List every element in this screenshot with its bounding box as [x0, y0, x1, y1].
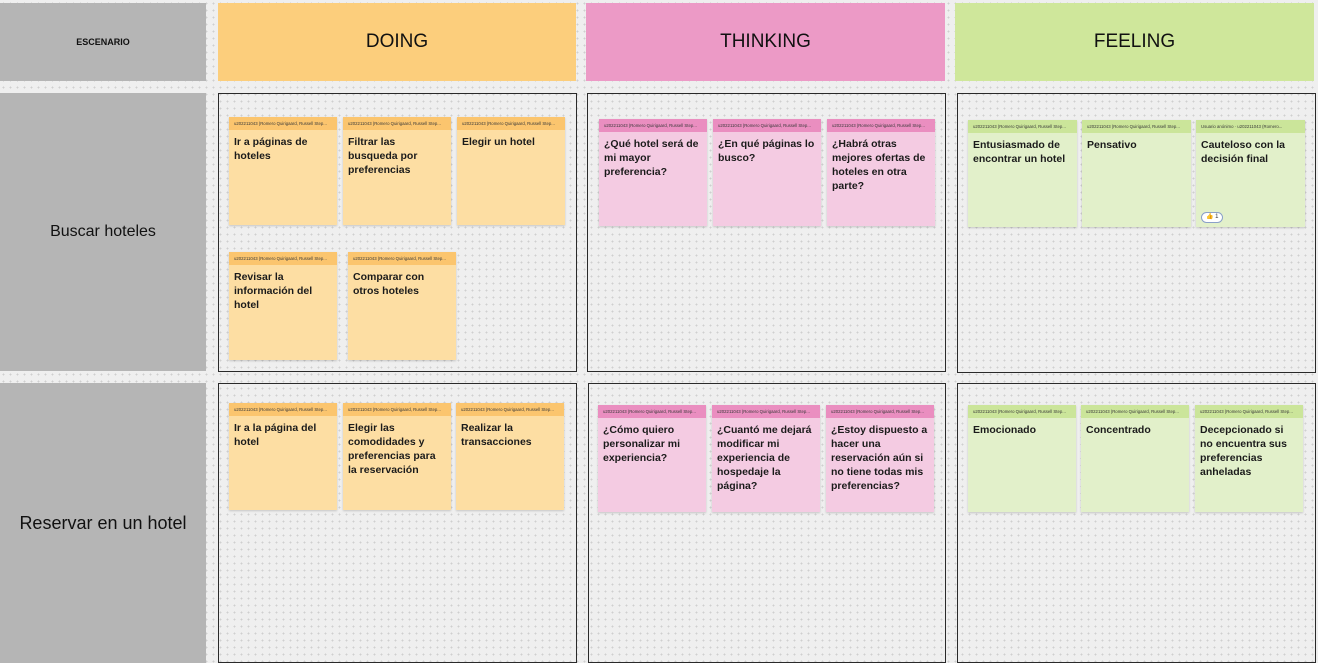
note-text: ¿Habrá otras mejores ofertas de hoteles … — [832, 138, 926, 192]
note-author: u202211043 (Romero Quirigaard, Russell S… — [713, 119, 821, 132]
note-text: Ir a la página del hotel — [234, 422, 317, 448]
note-text: Emocionado — [973, 424, 1037, 436]
sticky-note[interactable]: u202211043 (Romero Quirigaard, Russell S… — [229, 117, 337, 225]
doing-label: DOING — [365, 31, 429, 52]
note-author: u202211043 (Romero Quirigaard, Russell S… — [229, 252, 337, 265]
note-text: Realizar la transacciones — [461, 422, 532, 448]
note-text: Pensativo — [1087, 139, 1137, 151]
note-author: u202211043 (Romero Quirigaard, Russell S… — [456, 403, 564, 416]
note-text: Concentrado — [1086, 424, 1151, 436]
thinking-label: THINKING — [720, 31, 811, 52]
feeling-label: FEELING — [1093, 31, 1176, 52]
note-text: ¿Cómo quiero personalizar mi experiencia… — [603, 424, 681, 464]
sticky-note[interactable]: u202211043 (Romero Quirigaard, Russell S… — [598, 405, 706, 512]
note-text: Comparar con otros hoteles — [353, 271, 425, 297]
sticky-note[interactable]: u202211043 (Romero Quirigaard, Russell S… — [1195, 405, 1303, 512]
doing-header: DOING — [218, 3, 576, 81]
note-text: ¿Qué hotel será de mi mayor preferencia? — [604, 138, 699, 178]
row-label-buscar: Buscar hoteles — [0, 93, 206, 371]
escenario-header: ESCENARIO — [0, 3, 206, 81]
sticky-note[interactable]: u202211043 (Romero Quirigaard, Russell S… — [713, 119, 821, 226]
escenario-label: ESCENARIO — [76, 37, 130, 47]
sticky-note[interactable]: u202211043 (Romero Quirigaard, Russell S… — [827, 119, 935, 226]
sticky-note[interactable]: u202211043 (Romero Quirigaard, Russell S… — [343, 403, 451, 510]
sticky-note[interactable]: Usuario anónimo · u202211043 (Romero... … — [1196, 120, 1305, 227]
sticky-note[interactable]: u202211043 (Romero Quirigaard, Russell S… — [229, 403, 337, 510]
note-text: Cauteloso con la decisión final — [1201, 139, 1286, 165]
note-author: u202211043 (Romero Quirigaard, Russell S… — [343, 403, 451, 416]
sticky-note[interactable]: u202211043 (Romero Quirigaard, Russell S… — [456, 403, 564, 510]
note-author: u202211043 (Romero Quirigaard, Russell S… — [229, 403, 337, 416]
note-author: u202211043 (Romero Quirigaard, Russell S… — [1082, 120, 1191, 133]
feeling-header: FEELING — [955, 3, 1314, 81]
note-text: Elegir un hotel — [462, 136, 535, 148]
sticky-note[interactable]: u202211043 (Romero Quirigaard, Russell S… — [229, 252, 337, 360]
note-text: ¿En qué páginas lo busco? — [718, 138, 815, 164]
row-label-reservar-text: Reservar en un hotel — [19, 512, 187, 533]
note-author: Usuario anónimo · u202211043 (Romero... — [1196, 120, 1305, 133]
note-author: u202211043 (Romero Quirigaard, Russell S… — [1195, 405, 1303, 418]
sticky-note[interactable]: u202211043 (Romero Quirigaard, Russell S… — [968, 120, 1077, 227]
sticky-note[interactable]: u202211043 (Romero Quirigaard, Russell S… — [826, 405, 934, 512]
note-author: u202211043 (Romero Quirigaard, Russell S… — [968, 120, 1077, 133]
sticky-note[interactable]: u202211043 (Romero Quirigaard, Russell S… — [457, 117, 565, 225]
note-author: u202211043 (Romero Quirigaard, Russell S… — [827, 119, 935, 132]
note-text: Entusiasmado de encontrar un hotel — [973, 139, 1066, 165]
note-text: Decepcionado si no encuentra sus prefere… — [1200, 424, 1287, 478]
thinking-header: THINKING — [586, 3, 945, 81]
row-label-reservar: Reservar en un hotel — [0, 383, 206, 663]
sticky-note[interactable]: u202211043 (Romero Quirigaard, Russell S… — [968, 405, 1076, 512]
note-text: Revisar la información del hotel — [234, 271, 313, 311]
note-author: u202211043 (Romero Quirigaard, Russell S… — [229, 117, 337, 130]
note-author: u202211043 (Romero Quirigaard, Russell S… — [968, 405, 1076, 418]
note-author: u202211043 (Romero Quirigaard, Russell S… — [1081, 405, 1189, 418]
note-author: u202211043 (Romero Quirigaard, Russell S… — [598, 405, 706, 418]
sticky-note[interactable]: u202211043 (Romero Quirigaard, Russell S… — [1082, 120, 1191, 227]
note-author: u202211043 (Romero Quirigaard, Russell S… — [343, 117, 451, 130]
note-text: ¿Estoy dispuesto a hacer una reservación… — [831, 424, 928, 492]
note-author: u202211043 (Romero Quirigaard, Russell S… — [348, 252, 456, 265]
row-label-buscar-text: Buscar hoteles — [50, 223, 156, 240]
thumbs-up-reaction[interactable]: 👍 1 — [1201, 212, 1224, 223]
sticky-note[interactable]: u202211043 (Romero Quirigaard, Russell S… — [599, 119, 707, 226]
note-author: u202211043 (Romero Quirigaard, Russell S… — [457, 117, 565, 130]
note-text: Elegir las comodidades y preferencias pa… — [348, 422, 436, 476]
sticky-note[interactable]: u202211043 (Romero Quirigaard, Russell S… — [712, 405, 820, 512]
note-author: u202211043 (Romero Quirigaard, Russell S… — [712, 405, 820, 418]
sticky-note[interactable]: u202211043 (Romero Quirigaard, Russell S… — [348, 252, 456, 360]
sticky-note[interactable]: u202211043 (Romero Quirigaard, Russell S… — [343, 117, 451, 225]
note-text: ¿Cuantó me dejará modificar mi experienc… — [717, 424, 812, 492]
note-author: u202211043 (Romero Quirigaard, Russell S… — [826, 405, 934, 418]
sticky-note[interactable]: u202211043 (Romero Quirigaard, Russell S… — [1081, 405, 1189, 512]
note-author: u202211043 (Romero Quirigaard, Russell S… — [599, 119, 707, 132]
note-text: Filtrar las busqueda por preferencias — [348, 136, 418, 176]
note-text: Ir a páginas de hoteles — [234, 136, 308, 162]
